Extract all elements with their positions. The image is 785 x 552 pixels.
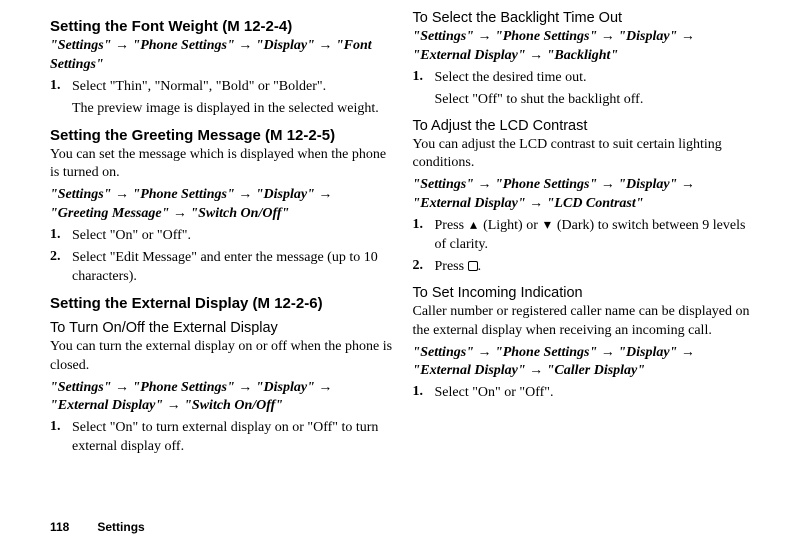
step-note: The preview image is displayed in the se… — [72, 100, 393, 119]
page-footer: 118 Settings — [50, 520, 145, 534]
path-switch-onoff: "Settings" → "Phone Settings" → "Display… — [50, 379, 393, 417]
intro-text: Caller number or registered caller name … — [413, 303, 756, 341]
subheading-turn-onoff: To Turn On/Off the External Display — [50, 320, 393, 336]
text-fragment: Press — [435, 259, 468, 274]
path-font-settings: "Settings" → "Phone Settings" → "Display… — [50, 37, 393, 75]
step-1: 1. Select "On" or "Off". — [413, 384, 756, 403]
step-number: 2. — [413, 258, 435, 277]
step-number: 1. — [50, 419, 72, 457]
text-fragment: (Light) or — [480, 218, 542, 233]
step-text: Select "Edit Message" and enter the mess… — [72, 249, 393, 287]
right-column: To Select the Backlight Time Out "Settin… — [413, 10, 756, 460]
step-text: Select "On" or "Off". — [72, 227, 191, 246]
step-note: Select "Off" to shut the backlight off. — [435, 91, 756, 110]
path-lcd-contrast: "Settings" → "Phone Settings" → "Display… — [413, 176, 756, 214]
step-1: 1. Press ▴ (Light) or ▾ (Dark) to switch… — [413, 217, 756, 255]
text-fragment: Press — [435, 218, 468, 233]
heading-text: Setting the Font Weight — [50, 18, 218, 35]
step-number: 1. — [50, 227, 72, 246]
menu-ref: (M 12-2-5) — [261, 127, 335, 144]
menu-ref: (M 12-2-4) — [218, 18, 292, 35]
down-key-icon: ▾ — [541, 217, 553, 236]
text-fragment: . — [478, 259, 482, 274]
step-2: 2. Press . — [413, 258, 756, 277]
step-text: Select "On" to turn external display on … — [72, 419, 393, 457]
step-text: Select the desired time out. — [435, 69, 587, 88]
path-backlight: "Settings" → "Phone Settings" → "Display… — [413, 28, 756, 66]
step-1: 1. Select "Thin", "Normal", "Bold" or "B… — [50, 78, 393, 97]
path-caller-display: "Settings" → "Phone Settings" → "Display… — [413, 344, 756, 382]
step-number: 1. — [413, 217, 435, 255]
step-1: 1. Select "On" or "Off". — [50, 227, 393, 246]
step-number: 1. — [413, 384, 435, 403]
footer-section: Settings — [97, 520, 144, 534]
menu-ref: (M 12-2-6) — [248, 295, 322, 312]
step-1: 1. Select the desired time out. — [413, 69, 756, 88]
intro-text: You can adjust the LCD contrast to suit … — [413, 136, 756, 174]
step-text: Press . — [435, 258, 482, 277]
intro-text: You can set the message which is display… — [50, 146, 393, 184]
step-number: 1. — [50, 78, 72, 97]
subheading-incoming: To Set Incoming Indication — [413, 285, 756, 301]
heading-external-display: Setting the External Display (M 12-2-6) — [50, 295, 393, 312]
subheading-lcd-contrast: To Adjust the LCD Contrast — [413, 118, 756, 134]
left-column: Setting the Font Weight (M 12-2-4) "Sett… — [50, 10, 393, 460]
heading-font-weight: Setting the Font Weight (M 12-2-4) — [50, 18, 393, 35]
step-text: Press ▴ (Light) or ▾ (Dark) to switch be… — [435, 217, 756, 255]
up-key-icon: ▴ — [468, 217, 480, 236]
step-number: 2. — [50, 249, 72, 287]
step-text: Select "Thin", "Normal", "Bold" or "Bold… — [72, 78, 326, 97]
heading-text: Setting the Greeting Message — [50, 127, 261, 144]
step-number: 1. — [413, 69, 435, 88]
step-text: Select "On" or "Off". — [435, 384, 554, 403]
heading-text: Setting the External Display — [50, 295, 248, 312]
intro-text: You can turn the external display on or … — [50, 338, 393, 376]
content-columns: Setting the Font Weight (M 12-2-4) "Sett… — [50, 10, 755, 460]
subheading-backlight: To Select the Backlight Time Out — [413, 10, 756, 26]
path-greeting: "Settings" → "Phone Settings" → "Display… — [50, 186, 393, 224]
heading-greeting: Setting the Greeting Message (M 12-2-5) — [50, 127, 393, 144]
step-1: 1. Select "On" to turn external display … — [50, 419, 393, 457]
step-2: 2. Select "Edit Message" and enter the m… — [50, 249, 393, 287]
page-number: 118 — [50, 520, 69, 534]
center-key-icon — [468, 261, 478, 271]
